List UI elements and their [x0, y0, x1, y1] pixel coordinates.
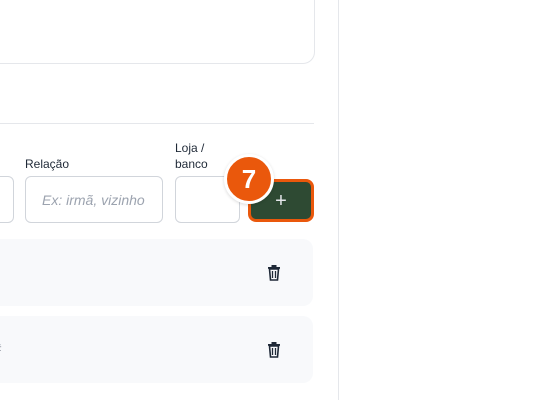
relacao-label: Relação [25, 157, 70, 171]
trash-icon [268, 264, 280, 281]
section-divider [0, 123, 314, 124]
list-item-text: # [0, 341, 1, 356]
delete-button[interactable] [264, 262, 284, 282]
trash-icon [268, 341, 280, 358]
left-field[interactable] [0, 176, 14, 223]
panel-divider [338, 0, 339, 400]
plus-icon: + [275, 189, 287, 212]
list-item [0, 239, 313, 306]
list-item: # [0, 316, 313, 383]
loja-label: Loja / banco [175, 141, 208, 171]
relacao-input[interactable] [25, 176, 163, 223]
delete-button[interactable] [264, 339, 284, 359]
page: Relação Loja / banco + 7 # [0, 0, 560, 400]
top-card [0, 0, 315, 64]
step-badge: 7 [224, 154, 274, 204]
